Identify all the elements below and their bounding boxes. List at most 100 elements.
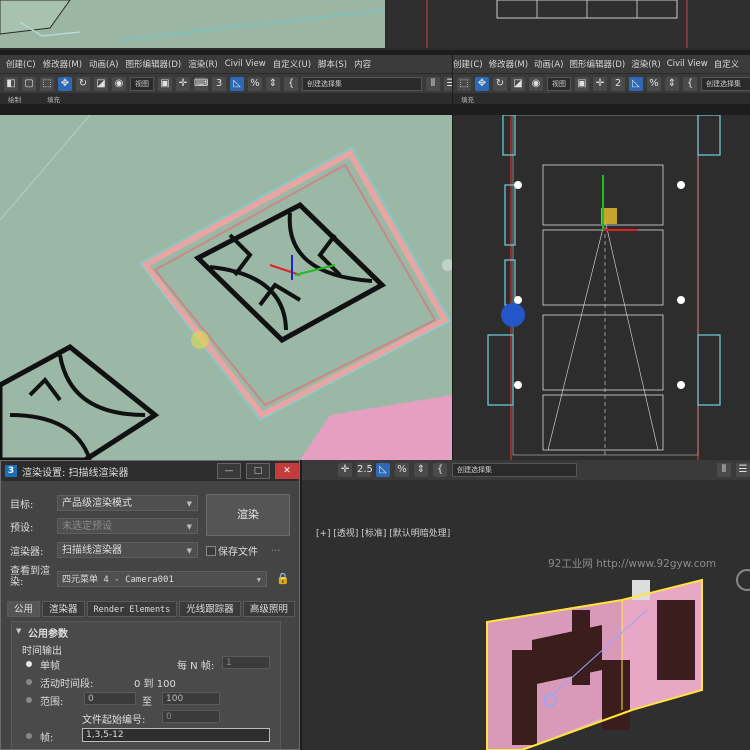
menu-item[interactable]: 动画(A): [89, 58, 118, 70]
menu-item[interactable]: 创建(C): [453, 58, 483, 70]
tab-render-elements[interactable]: Render Elements: [86, 601, 178, 617]
menu-item[interactable]: 修改器(M): [489, 58, 528, 70]
move-icon[interactable]: ✥: [475, 76, 489, 91]
range-from-spinner[interactable]: 0: [84, 692, 136, 705]
top-left-viewport-fragment: [0, 0, 385, 48]
move-icon[interactable]: ✥: [58, 76, 72, 91]
dialog-titlebar[interactable]: 3 渲染设置: 扫描线渲染器 — □ ✕: [1, 461, 299, 481]
place-icon[interactable]: ◉: [112, 76, 126, 91]
menu-item[interactable]: 渲染(R): [631, 58, 661, 70]
file-number-spinner[interactable]: 0: [162, 710, 220, 723]
named-selection-set-dropdown[interactable]: 创建选择集: [302, 76, 422, 91]
angle-snap-icon[interactable]: ◺: [629, 76, 643, 91]
range-to-label: 至: [142, 697, 152, 708]
range-to-spinner[interactable]: 100: [162, 692, 220, 705]
percent-snap-icon[interactable]: %: [248, 76, 262, 91]
maximize-icon[interactable]: □: [246, 463, 270, 479]
target-label: 目标:: [10, 500, 34, 511]
snap-toggle-icon[interactable]: 3: [212, 76, 226, 91]
chevron-down-icon: ▼: [256, 576, 261, 584]
menu-item[interactable]: 动画(A): [534, 58, 563, 70]
every-n-spinner[interactable]: 1: [222, 656, 270, 669]
range-radio[interactable]: [26, 697, 32, 703]
angle-snap-icon[interactable]: ◺: [230, 76, 244, 91]
select-icon[interactable]: ◧: [4, 76, 18, 91]
rollout-collapse-icon[interactable]: ▼: [16, 627, 21, 635]
menu-item[interactable]: Civil View: [667, 59, 708, 69]
view-to-render-dropdown[interactable]: 四元菜单 4 - Camera001 ▼: [57, 571, 267, 587]
active-segment-radio[interactable]: [26, 679, 32, 685]
tab-common[interactable]: 公用: [7, 601, 41, 617]
menu-item[interactable]: 图形编辑器(D): [570, 58, 626, 70]
window-crossing-icon[interactable]: ⬚: [40, 76, 54, 91]
close-icon[interactable]: ✕: [275, 463, 299, 479]
named-selection-set-dropdown[interactable]: 创建选择集: [701, 76, 750, 91]
select-manipulate-icon[interactable]: ✛: [593, 76, 607, 91]
minimize-icon[interactable]: —: [217, 463, 241, 479]
frames-label: 帧:: [40, 733, 54, 744]
menu-item[interactable]: 渲染(R): [188, 58, 218, 70]
percent-snap-icon[interactable]: %: [647, 76, 661, 91]
preset-dropdown[interactable]: 未选定预设 ▼: [57, 518, 198, 534]
scale-icon[interactable]: ◪: [511, 76, 525, 91]
rollout-title[interactable]: 公用参数: [28, 625, 68, 640]
viewport-top-plan[interactable]: [453, 115, 750, 460]
ribbon-label: 填充: [461, 95, 474, 104]
spinner-snap-icon[interactable]: ⇕: [266, 76, 280, 91]
edit-named-selection-icon[interactable]: {: [683, 76, 697, 91]
frames-input[interactable]: 1,3,5-12: [82, 728, 270, 742]
viewport-perspective-room[interactable]: ✛ 2.5 ◺ % ⇕ { 创建选择集 ⫴ ☰ [+] [透视] [标准] [默…: [302, 460, 750, 750]
app-icon: 3: [5, 465, 17, 477]
edit-named-selection-icon[interactable]: {: [284, 76, 298, 91]
main-toolbar-right: ⬚ ✥ ↻ ◪ ◉ 视图 ▣ ✛ 2 ◺ % ⇕ { 创建选择集: [453, 73, 750, 93]
dialog-tabs: 公用 渲染器 Render Elements 光线跟踪器 高级照明: [7, 601, 295, 617]
tab-advanced-lighting[interactable]: 高级照明: [242, 601, 295, 617]
select-manipulate-icon[interactable]: ✛: [176, 76, 190, 91]
window-crossing-icon[interactable]: ⬚: [457, 76, 471, 91]
select-region-icon[interactable]: ▢: [22, 76, 36, 91]
menu-item[interactable]: 脚本(S): [318, 58, 347, 70]
time-output-label: 时间输出: [22, 646, 62, 657]
menu-item[interactable]: 图形编辑器(D): [126, 58, 182, 70]
single-frame-radio[interactable]: [26, 661, 32, 667]
save-file-checkbox[interactable]: [206, 546, 216, 556]
renderer-value: 扫描线渲染器: [62, 545, 122, 556]
rotate-icon[interactable]: ↻: [493, 76, 507, 91]
layer-explorer-icon[interactable]: ☰: [444, 76, 452, 91]
snap-toggle-icon[interactable]: 2: [611, 76, 625, 91]
menu-item[interactable]: 自定义(U): [273, 58, 311, 70]
menu-item[interactable]: 自定义: [714, 58, 740, 70]
render-button[interactable]: 渲染: [206, 494, 290, 536]
reference-coord-dropdown[interactable]: 视图: [547, 76, 571, 91]
rotate-icon[interactable]: ↻: [76, 76, 90, 91]
top-left-scene: [0, 0, 385, 41]
menu-item[interactable]: 内容: [354, 58, 371, 70]
reference-coord-dropdown[interactable]: 视图: [130, 76, 154, 91]
render-settings-dialog: 3 渲染设置: 扫描线渲染器 — □ ✕ 目标: 产品级渲染模式 ▼ 预设: 未…: [0, 460, 300, 750]
menu-item[interactable]: 创建(C): [6, 58, 36, 70]
keyboard-shortcut-icon[interactable]: ⌨: [194, 76, 208, 91]
viewport-perspective-ceiling[interactable]: [0, 115, 452, 460]
room-scene: [486, 569, 750, 750]
right-app-chrome: 创建(C) 修改器(M) 动画(A) 图形编辑器(D) 渲染(R) Civil …: [453, 55, 750, 104]
mirror-icon[interactable]: ⫴: [426, 76, 440, 91]
menu-item[interactable]: Civil View: [225, 59, 266, 69]
lock-icon[interactable]: 🔒: [276, 572, 290, 585]
scale-icon[interactable]: ◪: [94, 76, 108, 91]
preset-value: 未选定预设: [62, 521, 112, 532]
renderer-dropdown[interactable]: 扫描线渲染器 ▼: [57, 542, 198, 558]
pivot-icon[interactable]: ▣: [575, 76, 589, 91]
tab-raytracer[interactable]: 光线跟踪器: [179, 601, 241, 617]
dialog-title: 渲染设置: 扫描线渲染器: [22, 467, 129, 479]
menu-item[interactable]: 修改器(M): [43, 58, 82, 70]
active-segment-value: 0 到 100: [134, 679, 176, 690]
frames-radio[interactable]: [26, 733, 32, 739]
place-icon[interactable]: ◉: [529, 76, 543, 91]
tab-renderer[interactable]: 渲染器: [42, 601, 85, 617]
pivot-icon[interactable]: ▣: [158, 76, 172, 91]
chevron-down-icon: ▼: [186, 547, 192, 555]
spinner-snap-icon[interactable]: ⇕: [665, 76, 679, 91]
target-dropdown[interactable]: 产品级渲染模式 ▼: [57, 495, 198, 511]
common-parameters-panel: ▼ 公用参数 时间输出 单帧 每 N 帧: 1 活动时间段: 0 到 100 范…: [11, 621, 281, 749]
save-file-browse-button[interactable]: ...: [271, 543, 281, 554]
